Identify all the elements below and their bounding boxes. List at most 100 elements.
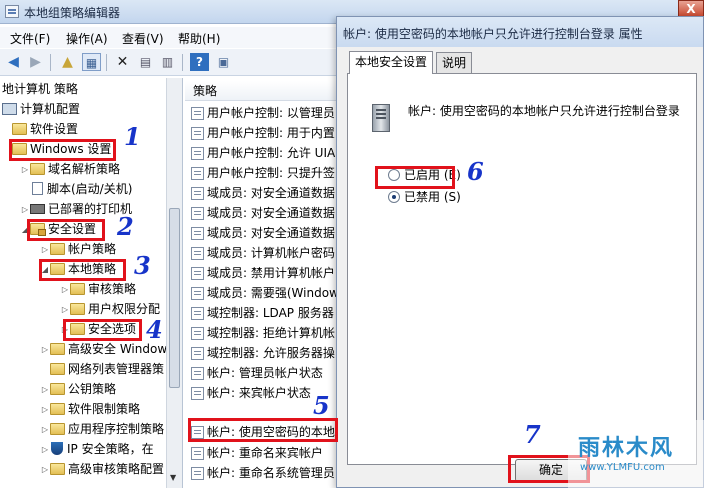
expand-arrow-icon[interactable]: ▷ xyxy=(20,200,30,219)
toolbar-separator xyxy=(50,54,51,71)
expand-arrow-icon[interactable]: ▷ xyxy=(20,160,30,179)
expand-arrow-icon[interactable]: ▷ xyxy=(40,440,50,459)
show-tree-icon[interactable]: ▦ xyxy=(82,53,101,71)
tree-item-user-rights[interactable]: ▷ 用户权限分配 xyxy=(60,300,160,319)
radio-enabled[interactable]: 已启用 (E) xyxy=(388,166,461,184)
back-arrow-icon[interactable]: ◀ xyxy=(4,53,23,71)
folder-icon xyxy=(50,243,65,255)
expand-arrow-icon[interactable]: ▷ xyxy=(60,300,70,319)
column-header-policy[interactable]: 策略 xyxy=(185,81,340,101)
menu-view[interactable]: 查看(V) xyxy=(122,30,164,47)
up-folder-icon[interactable]: ▲ xyxy=(58,53,77,71)
tab-explain[interactable]: 说明 xyxy=(436,52,473,73)
expand-arrow-icon[interactable]: ▷ xyxy=(40,380,50,399)
tree-item-windows-settings[interactable]: Windows 设置 xyxy=(12,140,111,159)
help-icon[interactable]: ? xyxy=(190,53,209,71)
policy-row[interactable]: 帐户: 来宾帐户状态 xyxy=(191,384,340,403)
radio-disabled[interactable]: 已禁用 (S) xyxy=(388,188,461,206)
show-action-pane-icon[interactable]: ▣ xyxy=(214,53,233,71)
policy-row[interactable]: 域控制器: LDAP 服务器 xyxy=(191,304,340,323)
expand-arrow-icon[interactable]: ▷ xyxy=(40,420,50,439)
menu-bar: 文件(F) 操作(A) 查看(V) 帮助(H) xyxy=(0,27,340,48)
menu-help[interactable]: 帮助(H) xyxy=(178,30,220,47)
policy-row[interactable]: 域控制器: 允许服务器操 xyxy=(191,344,340,363)
tree-item-computer-config[interactable]: 计算机配置 xyxy=(2,100,80,119)
delete-icon[interactable]: ✕ xyxy=(113,53,132,71)
tree-pane[interactable]: 地计算机 策略 计算机配置 软件设置 Windows 设置 ▷ 域名解析策略 脚本… xyxy=(0,78,183,488)
folder-icon xyxy=(50,403,65,415)
folder-icon xyxy=(12,143,27,155)
dialog-titlebar[interactable]: 帐户: 使用空密码的本地帐户只允许进行控制台登录 属性 xyxy=(337,17,703,47)
policy-row[interactable]: 域成员: 禁用计算机帐户 xyxy=(191,264,340,283)
policy-row-selected[interactable]: 帐户: 使用空密码的本地 xyxy=(191,423,340,442)
main-window-title: 本地组策略编辑器 xyxy=(24,6,121,20)
expand-arrow-icon[interactable]: ▷ xyxy=(40,400,50,419)
policy-row[interactable]: 域成员: 需要强(Window xyxy=(191,284,340,303)
expand-arrow-icon[interactable]: ▷ xyxy=(60,280,70,299)
tree-item-ipsec[interactable]: ▷ IP 安全策略，在 xyxy=(40,440,154,459)
policy-row[interactable]: 用户帐户控制: 以管理员 xyxy=(191,104,340,123)
expand-arrow-icon[interactable]: ▷ xyxy=(40,340,50,359)
policy-row[interactable]: 域成员: 对安全通道数据 xyxy=(191,204,340,223)
dialog-title: 帐户: 使用空密码的本地帐户只允许进行控制台登录 属性 xyxy=(343,27,643,41)
scroll-down-arrow-icon[interactable]: ▼ xyxy=(170,473,176,482)
policy-icon xyxy=(191,167,204,180)
collapse-arrow-icon[interactable]: ◢ xyxy=(20,220,30,239)
forward-arrow-icon[interactable]: ▶ xyxy=(26,53,45,71)
expand-arrow-icon[interactable]: ▷ xyxy=(40,240,50,259)
properties-icon[interactable]: ▤ xyxy=(136,53,155,71)
tree-item-advanced-firewall[interactable]: ▷ 高级安全 Window xyxy=(40,340,167,359)
radio-disabled-circle[interactable] xyxy=(388,191,400,203)
tree-item-local-policies[interactable]: ◢ 本地策略 xyxy=(40,260,116,279)
tree-item-account-policies[interactable]: ▷ 帐户策略 xyxy=(40,240,116,259)
tree-item-advanced-audit[interactable]: ▷ 高级审核策略配置 xyxy=(40,460,164,479)
policy-row[interactable]: 用户帐户控制: 只提升签 xyxy=(191,164,340,183)
tree-item-deployed-printers[interactable]: ▷ 已部署的打印机 xyxy=(20,200,132,219)
policy-icon xyxy=(191,467,204,480)
tree-item-audit-policy[interactable]: ▷ 审核策略 xyxy=(60,280,136,299)
tree-item-public-key[interactable]: ▷ 公钥策略 xyxy=(40,380,116,399)
folder-icon xyxy=(50,363,65,375)
export-list-icon[interactable]: ▥ xyxy=(158,53,177,71)
folder-icon xyxy=(50,423,65,435)
policy-name: 帐户: 使用空密码的本地帐户只允许进行控制台登录 xyxy=(408,104,680,118)
tree-item-security-settings[interactable]: ◢ 安全设置 xyxy=(20,220,96,239)
tree-item-network-list[interactable]: 网络列表管理器策 xyxy=(50,360,164,379)
tab-local-security-setting[interactable]: 本地安全设置 xyxy=(349,51,434,74)
tree-item-software-settings[interactable]: 软件设置 xyxy=(12,120,78,139)
tree-scrollbar-thumb[interactable] xyxy=(169,208,180,388)
tree-scrollbar[interactable]: ▼ xyxy=(166,78,182,488)
watermark: 雨林木风 www.YLMFU.com xyxy=(568,420,704,488)
expand-arrow-icon[interactable]: ▷ xyxy=(60,320,70,339)
policy-row[interactable]: 帐户: 重命名系统管理员 xyxy=(191,464,340,483)
policy-row[interactable]: 帐户: 管理员帐户状态 xyxy=(191,364,340,383)
menu-file[interactable]: 文件(F) xyxy=(10,30,50,47)
tree-item-dns-policy[interactable]: ▷ 域名解析策略 xyxy=(20,160,120,179)
policy-row[interactable]: 域控制器: 拒绝计算机帐 xyxy=(191,324,340,343)
tree-item-scripts[interactable]: 脚本(启动/关机) xyxy=(30,180,132,199)
policy-icon xyxy=(191,367,204,380)
tree-item-app-control[interactable]: ▷ 应用程序控制策略 xyxy=(40,420,164,439)
folder-icon xyxy=(50,263,65,275)
expand-arrow-icon[interactable]: ▷ xyxy=(40,460,50,479)
folder-icon xyxy=(50,343,65,355)
policy-icon xyxy=(191,307,204,320)
watermark-text: 雨林木风 xyxy=(578,436,675,461)
policy-row[interactable]: 用户帐户控制: 用于内置 xyxy=(191,124,340,143)
security-folder-icon xyxy=(30,223,46,236)
menu-action[interactable]: 操作(A) xyxy=(66,30,108,47)
radio-enabled-circle[interactable] xyxy=(388,169,400,181)
policy-row[interactable]: 域成员: 计算机帐户密码 xyxy=(191,244,340,263)
policy-list-pane[interactable]: 策略 用户帐户控制: 以管理员 用户帐户控制: 用于内置 用户帐户控制: 允许 … xyxy=(185,78,340,488)
toolbar-separator xyxy=(106,54,107,71)
tree-item-software-restriction[interactable]: ▷ 软件限制策略 xyxy=(40,400,140,419)
policy-row[interactable]: 域成员: 对安全通道数据 xyxy=(191,224,340,243)
collapse-arrow-icon[interactable]: ◢ xyxy=(40,260,50,279)
policy-row[interactable]: 用户帐户控制: 允许 UIA xyxy=(191,144,340,163)
policy-row[interactable]: 域成员: 对安全通道数据 xyxy=(191,184,340,203)
folder-icon xyxy=(70,303,85,315)
script-icon xyxy=(32,182,43,195)
policy-row[interactable]: 帐户: 重命名来宾帐户 xyxy=(191,444,340,463)
tree-item-local-computer-policy[interactable]: 地计算机 策略 xyxy=(2,80,78,99)
tree-item-security-options[interactable]: ▷ 安全选项 xyxy=(60,320,136,339)
